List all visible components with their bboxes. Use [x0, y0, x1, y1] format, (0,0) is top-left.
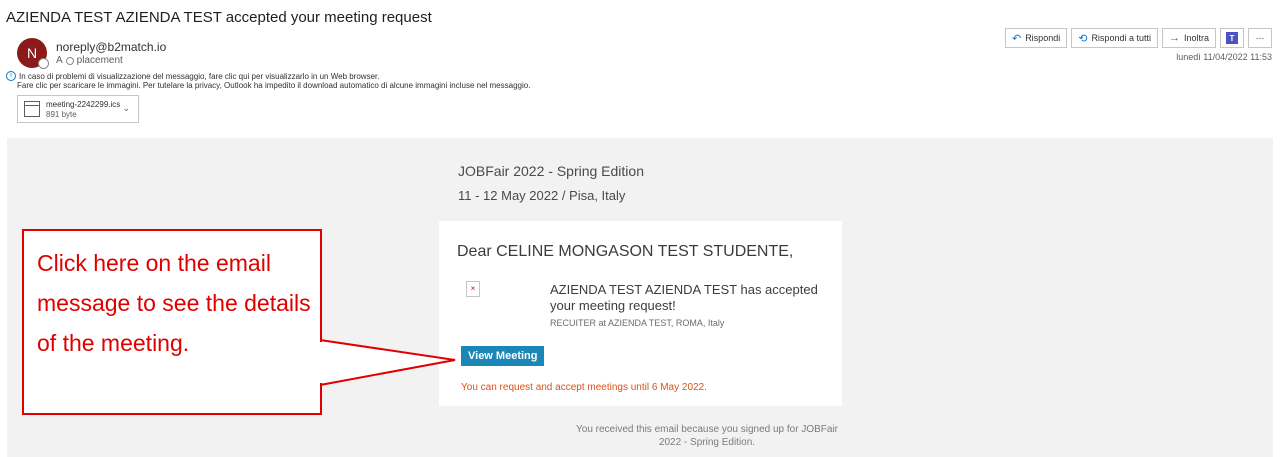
- info-icon: i: [6, 71, 16, 81]
- forward-button[interactable]: → Inoltra: [1161, 28, 1216, 48]
- accept-message: AZIENDA TEST AZIENDA TEST has accepted y…: [550, 282, 818, 313]
- chevron-down-icon[interactable]: ⌄: [122, 103, 130, 114]
- teams-button[interactable]: T: [1220, 28, 1244, 48]
- info-text-browser[interactable]: In caso di problemi di visualizzazione d…: [19, 72, 379, 81]
- message-actions: ↶ Rispondi ⟲ Rispondi a tutti → Inoltra …: [1004, 28, 1272, 48]
- reply-all-button[interactable]: ⟲ Rispondi a tutti: [1071, 28, 1158, 48]
- view-meeting-button[interactable]: View Meeting: [461, 346, 545, 366]
- callout-text: Click here on the email message to see t…: [37, 250, 311, 356]
- broken-image-icon: ×: [466, 281, 480, 297]
- attachment-card[interactable]: meeting-2242299.ics 891 byte ⌄: [17, 95, 139, 123]
- reply-all-icon: ⟲: [1078, 32, 1088, 45]
- to-prefix: A: [56, 55, 63, 66]
- presence-icon: [38, 58, 49, 69]
- forward-label: Inoltra: [1183, 33, 1209, 43]
- message-date: lunedì 11/04/2022 11:53: [1176, 52, 1272, 62]
- reply-icon: ↶: [1011, 32, 1022, 45]
- meeting-card: Dear CELINE MONGASON TEST STUDENTE, × AZ…: [439, 221, 842, 406]
- more-actions-button[interactable]: ···: [1248, 28, 1272, 48]
- event-title: JOBFair 2022 - Spring Edition: [458, 163, 644, 179]
- instruction-callout: Click here on the email message to see t…: [22, 229, 322, 415]
- meeting-deadline: You can request and accept meetings unti…: [461, 382, 707, 393]
- teams-icon: T: [1226, 32, 1238, 44]
- calendar-file-icon: [24, 101, 40, 117]
- attachment-size: 891 byte: [46, 110, 77, 119]
- info-text-images[interactable]: Fare clic per scaricare le immagini. Per…: [17, 81, 530, 90]
- forward-icon: →: [1168, 32, 1180, 44]
- recipient-line: A placement: [56, 55, 123, 66]
- recruiter-info: RECUITER at AZIENDA TEST, ROMA, Italy: [550, 318, 725, 328]
- reply-label: Rispondi: [1025, 33, 1061, 43]
- info-bar[interactable]: i In caso di problemi di visualizzazione…: [6, 71, 379, 81]
- reply-all-label: Rispondi a tutti: [1091, 33, 1151, 43]
- reply-button[interactable]: ↶ Rispondi: [1004, 28, 1068, 48]
- recipient-presence-icon: [65, 56, 74, 65]
- sender-address[interactable]: noreply@b2match.io: [56, 40, 166, 54]
- event-date: 11 - 12 May 2022 / Pisa, Italy: [458, 188, 626, 203]
- recipient-name[interactable]: placement: [77, 55, 123, 66]
- greeting: Dear CELINE MONGASON TEST STUDENTE,: [457, 243, 794, 260]
- attachment-name: meeting-2242299.ics: [46, 100, 121, 109]
- email-footer: You received this email because you sign…: [576, 424, 838, 448]
- email-subject: AZIENDA TEST AZIENDA TEST accepted your …: [6, 9, 432, 26]
